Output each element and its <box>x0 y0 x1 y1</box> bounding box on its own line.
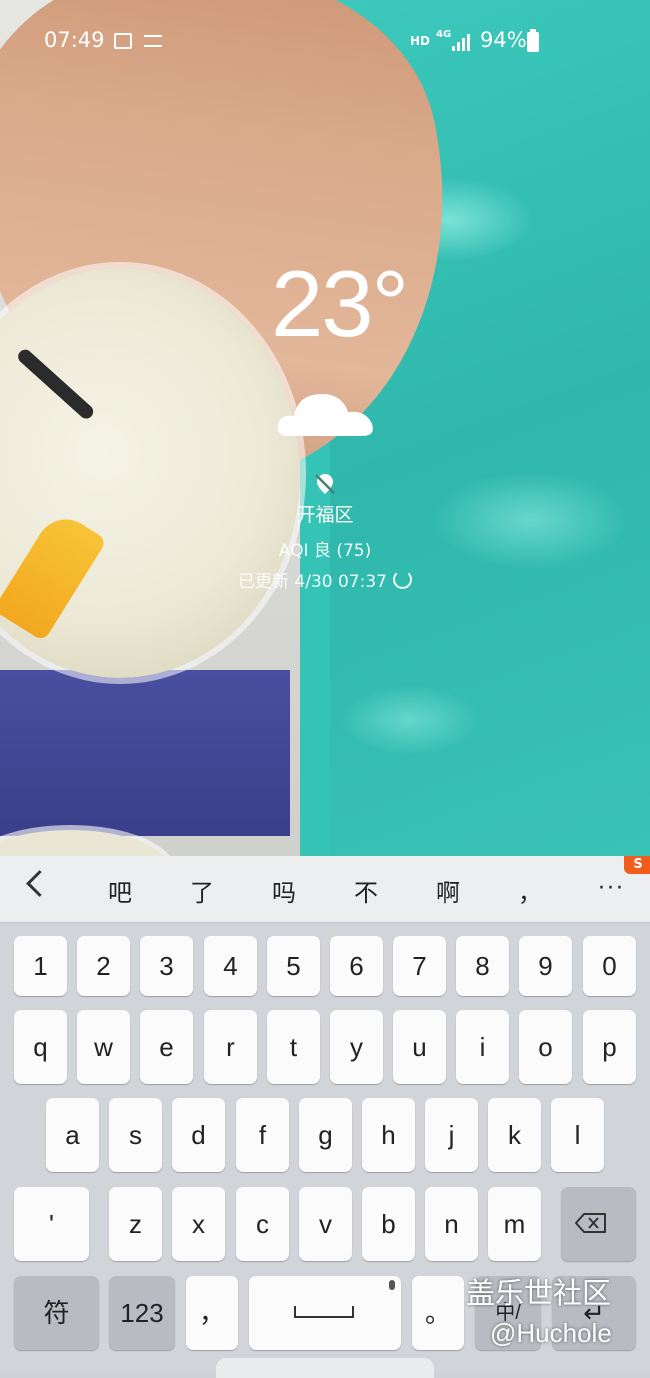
key-n[interactable]: n <box>425 1187 478 1261</box>
key-5[interactable]: 5 <box>267 936 320 996</box>
refresh-icon[interactable] <box>392 570 412 589</box>
key-m[interactable]: m <box>488 1187 541 1261</box>
key-7[interactable]: 7 <box>393 936 446 996</box>
key-o[interactable]: o <box>519 1010 572 1084</box>
key-f[interactable]: f <box>236 1098 289 1172</box>
candidate-bar: 吧 了 吗 不 啊 ， ··· S <box>0 856 650 923</box>
candidate-3[interactable]: 吗 <box>272 873 296 908</box>
sogou-logo-icon: S <box>624 856 650 874</box>
key-w[interactable]: w <box>77 1010 130 1084</box>
cloud-icon <box>277 394 373 436</box>
key-6[interactable]: 6 <box>330 936 383 996</box>
key-apostrophe[interactable]: ' <box>14 1187 89 1261</box>
key-k[interactable]: k <box>488 1098 541 1172</box>
key-3[interactable]: 3 <box>140 936 193 996</box>
key-l[interactable]: l <box>551 1098 604 1172</box>
candidate-1[interactable]: 吧 <box>108 873 132 908</box>
network-type: 4G <box>436 29 452 40</box>
more-options-icon[interactable]: ··· <box>598 878 625 900</box>
watermark-title: 盖乐世社区 <box>466 1276 612 1310</box>
gallery-icon <box>114 33 132 49</box>
battery-percent: 94% <box>480 28 527 52</box>
key-r[interactable]: r <box>204 1010 257 1084</box>
backspace-key[interactable] <box>561 1187 636 1261</box>
key-2[interactable]: 2 <box>77 936 130 996</box>
candidate-5[interactable]: 啊 <box>436 873 460 908</box>
key-c[interactable]: c <box>236 1187 289 1261</box>
key-9[interactable]: 9 <box>519 936 572 996</box>
candidate-4[interactable]: 不 <box>354 873 378 908</box>
key-e[interactable]: e <box>140 1010 193 1084</box>
towel-blue-section <box>0 670 290 836</box>
weather-updated: 已更新 4/30 07:37 <box>0 567 650 592</box>
key-v[interactable]: v <box>299 1187 352 1261</box>
watermark-author: @Huchole <box>490 1318 612 1348</box>
back-chevron-icon[interactable] <box>26 870 53 897</box>
key-t[interactable]: t <box>267 1010 320 1084</box>
key-q[interactable]: q <box>14 1010 67 1084</box>
key-4[interactable]: 4 <box>204 936 257 996</box>
key-a[interactable]: a <box>46 1098 99 1172</box>
backspace-icon <box>575 1213 606 1233</box>
period-key[interactable]: 。 <box>412 1276 464 1350</box>
weather-location: 开福区 <box>296 504 354 526</box>
weather-aqi: AQI 良 (75) <box>278 541 372 561</box>
weather-updated-text: 已更新 4/30 07:37 <box>238 572 387 592</box>
key-i[interactable]: i <box>456 1010 509 1084</box>
numbers-key[interactable]: 123 <box>109 1276 175 1350</box>
space-key[interactable] <box>249 1276 401 1350</box>
candidate-2[interactable]: 了 <box>190 873 214 908</box>
battery-icon <box>527 29 539 52</box>
temperature: 23° <box>271 251 409 356</box>
key-s[interactable]: s <box>109 1098 162 1172</box>
symbols-key[interactable]: 符 <box>14 1276 99 1350</box>
key-x[interactable]: x <box>172 1187 225 1261</box>
key-z[interactable]: z <box>109 1187 162 1261</box>
key-p[interactable]: p <box>583 1010 636 1084</box>
status-time: 07:49 <box>44 28 105 52</box>
keyboard-handle[interactable] <box>216 1358 434 1378</box>
signal-icon <box>452 33 474 51</box>
key-d[interactable]: d <box>172 1098 225 1172</box>
cast-icon <box>144 35 162 47</box>
key-y[interactable]: y <box>330 1010 383 1084</box>
key-u[interactable]: u <box>393 1010 446 1084</box>
status-bar: 07:49 HD 4G 94% <box>0 24 650 60</box>
key-g[interactable]: g <box>299 1098 352 1172</box>
key-1[interactable]: 1 <box>14 936 67 996</box>
hd-indicator: HD <box>410 34 431 48</box>
candidate-6[interactable]: ， <box>518 873 542 908</box>
space-icon <box>294 1306 354 1318</box>
mic-icon <box>389 1280 395 1290</box>
key-j[interactable]: j <box>425 1098 478 1172</box>
key-b[interactable]: b <box>362 1187 415 1261</box>
comma-key[interactable]: ， <box>186 1276 238 1350</box>
key-h[interactable]: h <box>362 1098 415 1172</box>
key-8[interactable]: 8 <box>456 936 509 996</box>
key-0[interactable]: 0 <box>583 936 636 996</box>
location-off-icon <box>315 474 335 494</box>
